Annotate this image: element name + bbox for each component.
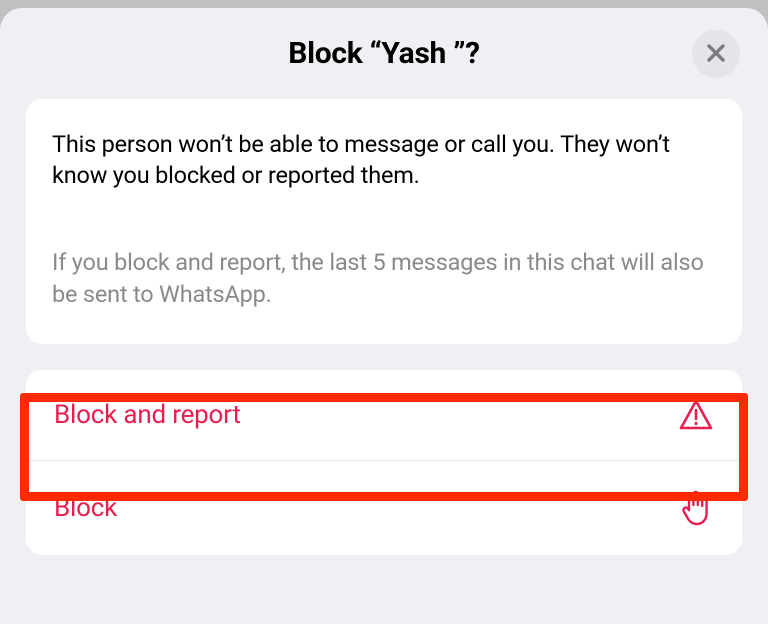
- warning-triangle-icon: [678, 398, 714, 432]
- close-icon: [706, 43, 726, 66]
- dialog-header: Block “Yash ”?: [0, 36, 768, 99]
- hand-stop-icon: [680, 489, 714, 527]
- dialog-title: Block “Yash ”?: [288, 36, 480, 71]
- block-button[interactable]: Block: [26, 460, 742, 555]
- action-label: Block and report: [54, 400, 241, 430]
- block-confirmation-sheet: Block “Yash ”? This person won’t be able…: [0, 8, 768, 624]
- block-and-report-button[interactable]: Block and report: [26, 370, 742, 460]
- close-button[interactable]: [692, 30, 740, 78]
- info-secondary-text: If you block and report, the last 5 mess…: [52, 247, 716, 310]
- info-primary-text: This person won’t be able to message or …: [52, 129, 716, 191]
- action-label: Block: [54, 493, 117, 523]
- action-list: Block and report Block: [26, 370, 742, 555]
- info-card: This person won’t be able to message or …: [26, 99, 742, 344]
